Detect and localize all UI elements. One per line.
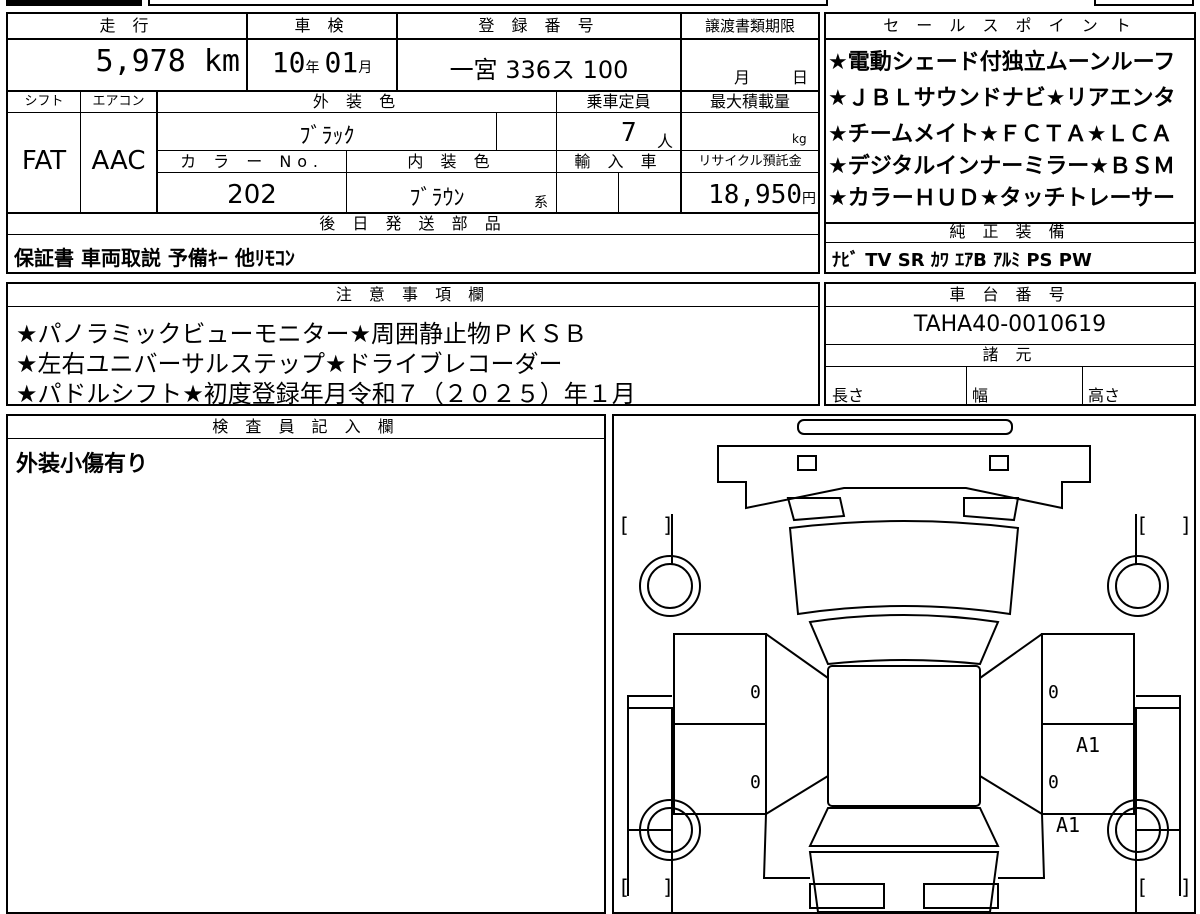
capacity-unit: 人 [657, 132, 674, 151]
capacity-value: 7 [621, 118, 637, 148]
inspector-box: 検 査 員 記 入 欄 外装小傷有り [6, 414, 606, 914]
color-no-value: 202 [227, 180, 277, 210]
sales-point-line: ★カラーＨＵＤ★タッチトレーサー [828, 186, 1176, 211]
rear-window [808, 807, 1000, 847]
windshield [808, 614, 1000, 666]
note-line: ★パドルシフト★初度登録年月令和７（２０２５）年１月 [16, 380, 636, 408]
sales-points-box: セ ー ル ス ポ イ ン ト ★電動シェード付独立ムーンルーフ ★ＪＢＬサウン… [824, 12, 1196, 274]
spec-width-label: 幅 [972, 386, 989, 405]
sales-point-line: ★ＪＢＬサウンドナビ★リアエンタ [828, 86, 1176, 111]
capacity-label: 乗車定員 [586, 92, 651, 111]
bracket-right-bottom-r: ] [1180, 875, 1192, 899]
zero-left-front: 0 [750, 682, 761, 703]
transfer-month-unit: 月 [734, 68, 751, 87]
later-parts-value: 保証書 車両取説 予備ｷｰ 他ﾘﾓｺﾝ [14, 246, 295, 270]
aircon-label: エアコン [92, 94, 145, 109]
recycle-unit: 円 [802, 191, 816, 207]
sales-point-line: ★チームメイト★ＦＣＴＡ★ＬＣＡ [828, 122, 1173, 147]
equipment-value: ﾅﾋﾞ TV SR ｶﾜ ｴｱB ｱﾙﾐ PS PW [832, 250, 1092, 271]
inspection-value: 10年 01月 [248, 46, 396, 79]
interior-color-suffix: 系 [534, 195, 548, 211]
inspection-month: 01 [324, 46, 359, 79]
bracket-left-bottom: [ [618, 875, 630, 899]
later-parts-label: 後 日 発 送 部 品 [319, 214, 507, 233]
aircon-value: AAC [91, 146, 146, 176]
zero-left-rear: 0 [750, 772, 761, 793]
front-bumper [797, 419, 1013, 435]
inspection-month-unit: 月 [358, 60, 373, 76]
left-front-door [673, 633, 767, 725]
max-load-label: 最大積載量 [709, 92, 790, 111]
bracket-right-top-r: ] [1180, 513, 1192, 537]
sales-point-line: ★デジタルインナーミラー★ＢＳＭ [828, 154, 1176, 179]
zero-right-front: 0 [1048, 682, 1059, 703]
rear-bumper-left [809, 883, 885, 909]
front-panel [717, 445, 1091, 510]
capacity-value-cell: 7 人 [557, 116, 680, 151]
rear-hatch [808, 851, 1000, 912]
inspection-year-unit: 年 [305, 60, 320, 76]
shift-label: シフト [24, 94, 64, 109]
notes-label: 注 意 事 項 欄 [335, 285, 491, 304]
equipment-label: 純 正 装 備 [949, 222, 1071, 241]
exterior-color-label: 外 装 色 [312, 92, 402, 111]
bracket-left-bottom-r: [ [1136, 875, 1148, 899]
bracket-left-top-r: [ [1136, 513, 1148, 537]
bracket-right-top: ] [662, 513, 674, 537]
exterior-color-value: ﾌﾞﾗｯｸ [299, 124, 355, 149]
right-front-door [1041, 633, 1135, 725]
inspection-label: 車 検 [294, 16, 350, 35]
transfer-day-unit: 日 [792, 68, 809, 87]
recycle-value: 18,950円 [682, 180, 816, 210]
damage-mark: A1 [1076, 733, 1100, 757]
damage-mark: A1 [1056, 813, 1080, 837]
mileage-value: 5,978 km [95, 44, 241, 79]
max-load-unit: kg [792, 132, 807, 146]
roof [827, 665, 981, 807]
left-rear-door [673, 723, 767, 815]
transfer-deadline-label: 譲渡書類期限 [704, 17, 795, 35]
bracket-left-top: [ [618, 513, 630, 537]
spec-length-label: 長さ [832, 386, 865, 405]
car-diagram: [ ] [ ] [ ] [ ] 0 0 0 0 A1 A1 [618, 419, 1192, 912]
bracket-right-bottom: ] [662, 875, 674, 899]
recycle-amount: 18,950 [708, 180, 802, 210]
color-no-label: カ ラ ー No. [180, 152, 324, 171]
chassis-value: TAHA40-0010619 [913, 312, 1107, 337]
specs-label: 諸 元 [982, 345, 1038, 364]
mileage-label: 走 行 [99, 16, 155, 35]
damage-diagram-box: [ ] [ ] [ ] [ ] 0 0 0 0 A1 A1 [612, 414, 1196, 914]
shift-value: FAT [21, 146, 67, 176]
sales-point-line: ★電動シェード付独立ムーンルーフ [828, 50, 1176, 75]
spec-height-label: 高さ [1088, 386, 1121, 405]
sales-points-label: セ ー ル ス ポ イ ン ト [883, 16, 1137, 35]
inspector-comment: 外装小傷有り [16, 452, 149, 477]
header-strip [0, 0, 1200, 8]
recycle-label: リサイクル預託金 [698, 154, 802, 169]
notes-box: 注 意 事 項 欄 ★パノラミックビューモニター★周囲静止物ＰＫＳＢ ★左右ユニ… [6, 282, 820, 408]
inspector-label: 検 査 員 記 入 欄 [212, 417, 400, 436]
chassis-specs-box: 車 台 番 号 TAHA40-0010619 諸 元 長さ 幅 高さ [824, 282, 1196, 406]
vehicle-info-table: 走 行 車 検 登 録 番 号 譲渡書類期限 5,978 km 10年 01月 … [6, 12, 820, 274]
registration-label: 登 録 番 号 [478, 16, 600, 35]
rear-bumper-right [923, 883, 999, 909]
interior-color-label: 内 装 色 [407, 152, 496, 171]
interior-color-value: ﾌﾞﾗｳﾝ [409, 186, 465, 211]
chassis-label: 車 台 番 号 [949, 285, 1071, 304]
import-label: 輸 入 車 [574, 152, 663, 171]
hood [788, 520, 1020, 616]
inspection-year: 10 [271, 46, 306, 79]
registration-value: 一宮 336ス 100 [449, 56, 629, 84]
zero-right-rear: 0 [1048, 772, 1059, 793]
